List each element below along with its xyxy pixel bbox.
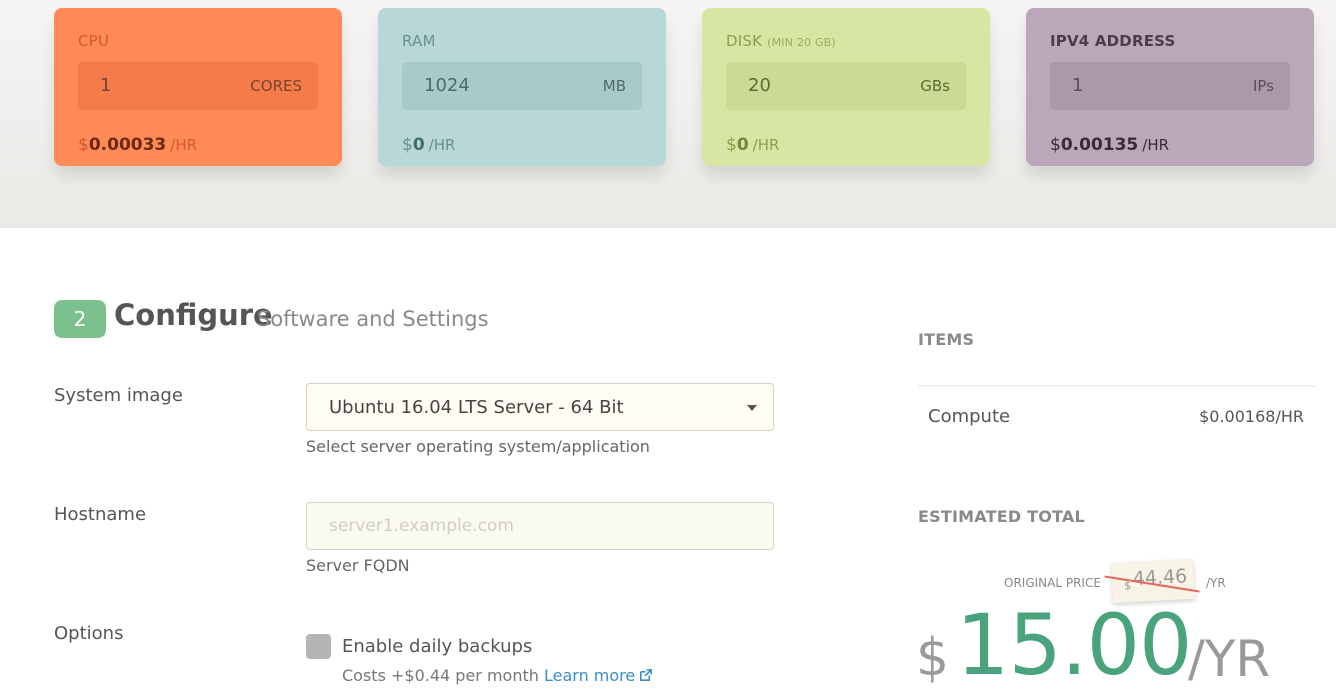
options-label: Options xyxy=(54,623,124,644)
total-currency: $ xyxy=(916,628,950,688)
cpu-price: $0.00033/HR xyxy=(78,135,197,155)
total-price-value: 15.00 xyxy=(956,596,1192,694)
items-heading: ITEMS xyxy=(918,330,975,349)
ipv4-unit: IPs xyxy=(1252,77,1274,95)
disk-unit: GBs xyxy=(920,77,950,95)
learn-more-text[interactable]: Learn more xyxy=(544,666,635,685)
disk-price-per: /HR xyxy=(752,136,780,154)
estimated-total-heading: ESTIMATED TOTAL xyxy=(918,507,1085,526)
item-compute-price: $0.00168/HR xyxy=(1199,407,1304,426)
ram-value[interactable]: 1024 xyxy=(424,75,470,96)
cpu-card: CPU 1 CORES $0.00033/HR xyxy=(54,8,342,166)
learn-more-link[interactable]: Learn more xyxy=(544,666,653,685)
ram-price-per: /HR xyxy=(428,136,456,154)
ipv4-value[interactable]: 1 xyxy=(1072,75,1083,96)
ipv4-field[interactable]: 1 IPs xyxy=(1050,62,1290,110)
disk-price-value: 0 xyxy=(736,135,749,155)
backup-cost-note: Costs +$0.44 per month Learn more xyxy=(342,666,653,685)
caret-down-icon xyxy=(747,405,757,411)
original-price-per: /YR xyxy=(1206,576,1226,590)
ram-card: RAM 1024 MB $0/HR xyxy=(378,8,666,166)
items-divider xyxy=(918,385,1316,387)
ipv4-title: IPV4 ADDRESS xyxy=(1050,32,1176,50)
system-image-selected: Ubuntu 16.04 LTS Server - 64 Bit xyxy=(329,397,624,418)
system-image-label: System image xyxy=(54,385,183,406)
section-subtitle: Software and Settings xyxy=(257,307,489,331)
original-price-label: ORIGINAL PRICE xyxy=(1004,576,1101,590)
disk-price-currency: $ xyxy=(726,135,737,155)
system-image-help: Select server operating system/applicati… xyxy=(306,437,650,456)
cpu-unit: CORES xyxy=(250,77,302,95)
ipv4-price: $0.00135/HR xyxy=(1050,135,1169,155)
backup-cost-text: Costs +$0.44 per month xyxy=(342,666,539,685)
hostname-help: Server FQDN xyxy=(306,556,410,575)
cpu-price-value: 0.00033 xyxy=(88,135,167,155)
step-number-badge: 2 xyxy=(54,300,106,338)
hostname-label: Hostname xyxy=(54,504,147,525)
cpu-cores-value[interactable]: 1 xyxy=(100,75,111,96)
disk-field[interactable]: 20 GBs xyxy=(726,62,966,110)
disk-value[interactable]: 20 xyxy=(748,75,771,96)
item-compute-name: Compute xyxy=(928,406,1011,427)
external-link-icon[interactable] xyxy=(638,668,653,683)
section-title: Configure xyxy=(114,298,273,332)
system-image-select[interactable]: Ubuntu 16.04 LTS Server - 64 Bit xyxy=(306,383,774,431)
ram-price-currency: $ xyxy=(402,135,413,155)
ram-price-value: 0 xyxy=(412,135,425,155)
disk-title: DISK (MIN 20 GB) xyxy=(726,32,836,50)
ram-price: $0/HR xyxy=(402,135,455,155)
cpu-title: CPU xyxy=(78,32,110,50)
cpu-price-per: /HR xyxy=(170,136,198,154)
cpu-price-currency: $ xyxy=(78,135,89,155)
total-price-per: /YR xyxy=(1188,630,1271,688)
hostname-input[interactable] xyxy=(306,502,774,550)
ipv4-price-per: /HR xyxy=(1142,136,1170,154)
ipv4-price-value: 0.00135 xyxy=(1060,135,1139,155)
ram-field[interactable]: 1024 MB xyxy=(402,62,642,110)
ipv4-card: IPV4 ADDRESS 1 IPs $0.00135/HR xyxy=(1026,8,1314,166)
daily-backups-label[interactable]: Enable daily backups xyxy=(342,636,532,657)
disk-title-text: DISK xyxy=(726,32,763,50)
ipv4-price-currency: $ xyxy=(1050,135,1061,155)
ram-title: RAM xyxy=(402,32,436,50)
disk-min-note: (MIN 20 GB) xyxy=(767,36,836,49)
cpu-cores-field[interactable]: 1 CORES xyxy=(78,62,318,110)
disk-price: $0/HR xyxy=(726,135,779,155)
daily-backups-checkbox[interactable] xyxy=(306,634,331,659)
disk-card: DISK (MIN 20 GB) 20 GBs $0/HR xyxy=(702,8,990,166)
ram-unit: MB xyxy=(602,77,626,95)
